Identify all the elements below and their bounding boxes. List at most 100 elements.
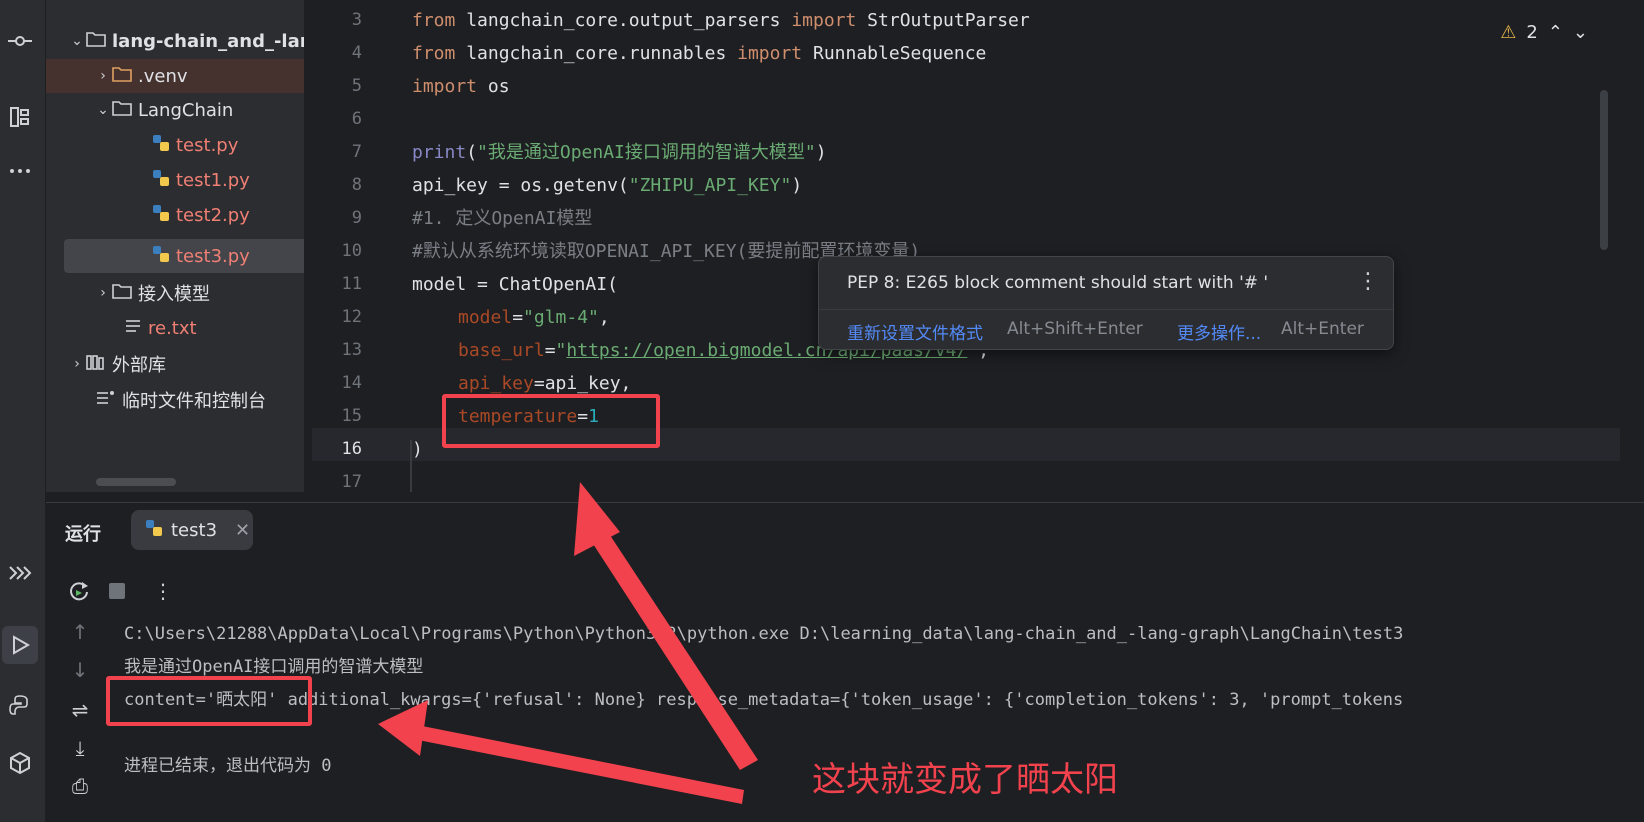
tree-item-label: 临时文件和控制台 bbox=[122, 391, 266, 412]
chevron-down-icon[interactable]: ⌄ bbox=[94, 102, 112, 118]
library-icon bbox=[86, 353, 106, 376]
string: "ZHIPU_API_KEY" bbox=[628, 175, 792, 196]
tool-window-strip bbox=[0, 0, 46, 822]
param: model bbox=[458, 307, 513, 328]
line-number: 12 bbox=[341, 307, 362, 327]
code-text: , bbox=[598, 307, 610, 328]
text-file-icon bbox=[124, 317, 142, 340]
soft-wrap-icon[interactable]: ⇌ bbox=[66, 698, 94, 722]
line-number: 3 bbox=[351, 10, 362, 30]
arrow-down-icon[interactable]: ↓ bbox=[66, 658, 94, 682]
tree-item-root[interactable]: ⌄ lang-chain_and_-lan bbox=[46, 24, 304, 58]
chevron-up-icon[interactable]: ⌃ bbox=[1548, 22, 1563, 43]
console-line-command: C:\Users\21288\AppData\Local\Programs\Py… bbox=[124, 624, 1404, 644]
tree-item-test3-py[interactable]: test3.py bbox=[64, 239, 304, 273]
stop-icon[interactable] bbox=[100, 574, 134, 608]
chevron-right-icon[interactable]: › bbox=[68, 356, 86, 372]
folder-icon bbox=[112, 282, 132, 305]
structure-icon[interactable] bbox=[0, 98, 40, 136]
builtin: print bbox=[412, 142, 467, 163]
scroll-to-end-icon[interactable]: ⤓ bbox=[66, 736, 94, 760]
tree-item-label: test2.py bbox=[176, 204, 250, 226]
code-line: ) bbox=[412, 439, 423, 460]
code-text: StrOutputParser bbox=[856, 10, 1030, 31]
services-icon[interactable] bbox=[0, 554, 40, 592]
tree-item-label: re.txt bbox=[148, 317, 197, 339]
more-icon[interactable] bbox=[0, 152, 40, 190]
line-number: 16 bbox=[341, 439, 362, 459]
line-number: 17 bbox=[341, 472, 362, 492]
code-line: from langchain_core.output_parsers impor… bbox=[412, 4, 1030, 37]
console-line-result: content='晒太阳' additional_kwargs={'refusa… bbox=[124, 684, 1403, 717]
tree-item-scratches[interactable]: 临时文件和控制台 bbox=[46, 383, 304, 417]
tree-item-test2-py[interactable]: test2.py bbox=[46, 198, 304, 232]
more-icon[interactable]: ⋮ bbox=[146, 574, 180, 608]
result-metadata: additional_kwargs={'refusal': None} resp… bbox=[277, 690, 1404, 710]
code-line: from langchain_core.runnables import Run… bbox=[412, 37, 986, 70]
run-tab-label: test3 bbox=[171, 519, 218, 541]
printer-icon[interactable]: ⎙ bbox=[66, 774, 94, 798]
code-text: api_key = os.getenv( bbox=[412, 175, 629, 196]
tree-item-access-models[interactable]: › 接入模型 bbox=[46, 276, 304, 310]
more-options-icon[interactable]: ⋮ bbox=[1357, 269, 1379, 294]
inspection-widget[interactable]: ⚠ 2 ⌃ ⌄ bbox=[1500, 22, 1588, 43]
tree-item-test-py[interactable]: test.py bbox=[46, 128, 304, 162]
chevron-down-icon[interactable]: ⌄ bbox=[68, 33, 86, 49]
tree-item-label: LangChain bbox=[138, 99, 234, 121]
tree-item-re-txt[interactable]: re.txt bbox=[46, 311, 304, 345]
code-line: model = ChatOpenAI( bbox=[412, 274, 618, 295]
run-tab-test3[interactable]: test3 ✕ bbox=[131, 510, 253, 550]
warning-icon: ⚠ bbox=[1500, 22, 1517, 43]
tree-item-label: 接入模型 bbox=[138, 284, 210, 305]
commit-icon[interactable] bbox=[0, 22, 40, 60]
chevron-right-icon[interactable]: › bbox=[94, 68, 112, 84]
more-actions-link[interactable]: 更多操作... bbox=[1177, 319, 1261, 344]
line-number: 15 bbox=[341, 406, 362, 426]
tree-item-venv[interactable]: › .venv bbox=[46, 59, 304, 93]
python-file-icon bbox=[152, 245, 170, 268]
horizontal-scrollbar[interactable] bbox=[96, 478, 176, 486]
run-panel-title: 运行 bbox=[65, 524, 101, 545]
code-text: = bbox=[544, 340, 556, 361]
reformat-shortcut: Alt+Shift+Enter bbox=[1007, 319, 1143, 339]
python-file-icon bbox=[152, 169, 170, 192]
scratch-icon bbox=[96, 389, 116, 412]
keyword: import bbox=[412, 76, 478, 97]
close-icon[interactable]: ✕ bbox=[235, 520, 250, 541]
run-icon[interactable] bbox=[2, 626, 38, 664]
tree-item-external-libraries[interactable]: › 外部库 bbox=[46, 347, 304, 381]
param: base_url bbox=[458, 340, 545, 361]
chevron-down-icon[interactable]: ⌄ bbox=[1573, 22, 1588, 43]
annotation-box-temperature bbox=[442, 394, 660, 448]
python-console-icon[interactable] bbox=[0, 686, 40, 724]
divider bbox=[819, 309, 1393, 310]
tree-item-langchain[interactable]: ⌄ LangChain bbox=[46, 93, 304, 127]
tree-item-test1-py[interactable]: test1.py bbox=[46, 163, 304, 197]
python-file-icon bbox=[152, 134, 170, 157]
rerun-icon[interactable] bbox=[62, 574, 96, 608]
console-line-exit: 进程已结束，退出代码为 0 bbox=[124, 756, 332, 776]
code-content[interactable]: from langchain_core.output_parsers impor… bbox=[412, 0, 1030, 460]
code-text: ) bbox=[815, 142, 827, 163]
tree-item-label: test.py bbox=[176, 134, 239, 156]
string: "glm-4" bbox=[523, 307, 599, 328]
code-text: ) bbox=[791, 175, 803, 196]
vertical-scrollbar[interactable] bbox=[1600, 90, 1608, 250]
keyword: import bbox=[791, 10, 857, 31]
code-text: RunnableSequence bbox=[802, 43, 987, 64]
chevron-right-icon[interactable]: › bbox=[94, 285, 112, 301]
code-text: os bbox=[477, 76, 510, 97]
project-tree-panel: ⌄ lang-chain_and_-lan › .venv ⌄ LangChai… bbox=[46, 0, 304, 492]
string: " bbox=[555, 340, 567, 361]
line-number: 9 bbox=[351, 208, 362, 228]
python-file-icon bbox=[145, 519, 163, 542]
reformat-file-action[interactable]: 重新设置文件格式 bbox=[847, 319, 983, 344]
python-packages-icon[interactable] bbox=[0, 744, 40, 782]
inspection-popup: PEP 8: E265 block comment should start w… bbox=[818, 256, 1394, 350]
folder-icon bbox=[112, 99, 132, 122]
line-number: 10 bbox=[341, 241, 362, 261]
code-line: model="glm-4", bbox=[458, 301, 610, 334]
code-text: langchain_core.runnables bbox=[455, 43, 738, 64]
keyword: import bbox=[737, 43, 803, 64]
arrow-up-icon[interactable]: ↑ bbox=[66, 620, 94, 644]
